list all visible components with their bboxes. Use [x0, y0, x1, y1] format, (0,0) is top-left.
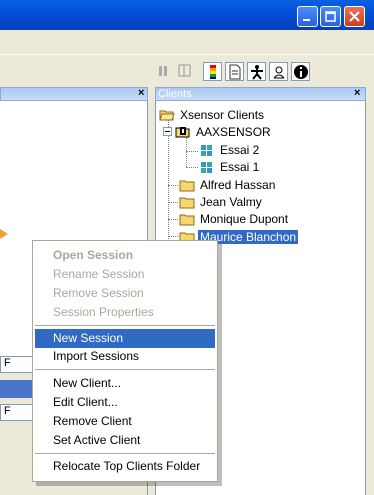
menu-separator	[35, 453, 215, 454]
tree-item-alfred-hassan[interactable]: Alfred Hassan	[179, 176, 277, 193]
tree-item-jean-valmy[interactable]: Jean Valmy	[179, 193, 264, 210]
tree-item-label: Essai 2	[220, 142, 260, 157]
left-pane-header: ×	[0, 87, 148, 101]
folder-open-icon	[159, 110, 175, 120]
folder-icon	[179, 214, 195, 225]
tree-item-aaxsensor[interactable]: AAXSENSOR	[175, 123, 273, 140]
folder-icon	[179, 180, 195, 191]
info-icon	[294, 65, 308, 79]
menu-separator	[35, 369, 215, 370]
layout-button[interactable]	[176, 62, 195, 81]
minimize-button[interactable]	[297, 6, 318, 27]
menu-relocate-top-clients-folder[interactable]: Relocate Top Clients Folder	[35, 457, 215, 476]
left-pane-field-1-label: F	[4, 357, 11, 369]
window-title-bar[interactable]	[0, 0, 374, 30]
document-button[interactable]	[225, 62, 244, 81]
menu-remove-session[interactable]: Remove Session	[35, 284, 215, 303]
maximize-icon	[325, 11, 336, 22]
document-icon	[229, 64, 241, 80]
left-pane-field-2-label: F	[4, 405, 11, 417]
clients-panel-title: Clients	[158, 88, 192, 100]
menu-open-session[interactable]: Open Session	[35, 246, 215, 265]
tree-item-label: Alfred Hassan	[200, 177, 276, 192]
menu-edit-client[interactable]: Edit Client...	[35, 393, 215, 412]
close-button[interactable]	[344, 6, 365, 27]
tree-item-monique-dupont[interactable]: Monique Dupont	[179, 210, 290, 227]
user-badge-button[interactable]	[269, 62, 288, 81]
collapse-toggle[interactable]	[163, 127, 172, 136]
tree-item-label: Jean Valmy	[200, 194, 262, 209]
person-button[interactable]	[247, 62, 266, 81]
close-icon	[349, 11, 360, 22]
menu-import-sessions[interactable]: Import Sessions	[35, 347, 215, 366]
color-palette-button[interactable]	[203, 62, 222, 81]
color-palette-icon	[210, 65, 216, 79]
info-button[interactable]	[291, 62, 310, 81]
session-icon	[201, 161, 212, 173]
menu-rename-session[interactable]: Rename Session	[35, 265, 215, 284]
maximize-button[interactable]	[320, 6, 341, 27]
tree-item-label: Monique Dupont	[200, 211, 289, 226]
left-pane-close-icon[interactable]: ×	[138, 87, 144, 99]
session-icon	[201, 144, 212, 156]
menu-set-active-client[interactable]: Set Active Client	[35, 431, 215, 450]
tree-item-label: AAXSENSOR	[196, 124, 271, 139]
clients-panel-close-icon[interactable]: ×	[354, 87, 360, 99]
tree-item-essai-1[interactable]: Essai 1	[199, 158, 261, 175]
menu-new-session[interactable]: New Session	[35, 329, 215, 348]
menu-new-client[interactable]: New Client...	[35, 374, 215, 393]
client-folder-icon	[175, 126, 190, 137]
menu-session-properties[interactable]: Session Properties	[35, 303, 215, 322]
menu-bar	[0, 30, 374, 55]
context-menu: Open Session Rename Session Remove Sessi…	[32, 240, 218, 482]
minimize-icon	[303, 19, 310, 21]
menu-separator	[35, 325, 215, 326]
folder-icon	[179, 197, 195, 208]
tree-item-root[interactable]: Xsensor Clients	[159, 106, 266, 123]
person-icon	[251, 65, 263, 80]
tree-item-label: Xsensor Clients	[180, 107, 265, 122]
clients-panel-header: Clients ×	[155, 87, 366, 101]
grip-icon	[159, 66, 167, 76]
tree-item-essai-2[interactable]: Essai 2	[199, 141, 261, 158]
tree-item-label: Essai 1	[220, 159, 260, 174]
user-badge-icon	[273, 66, 285, 79]
grip-button[interactable]	[156, 62, 175, 81]
callout-arrow	[0, 229, 8, 239]
layout-icon	[178, 64, 191, 77]
menu-remove-client[interactable]: Remove Client	[35, 412, 215, 431]
